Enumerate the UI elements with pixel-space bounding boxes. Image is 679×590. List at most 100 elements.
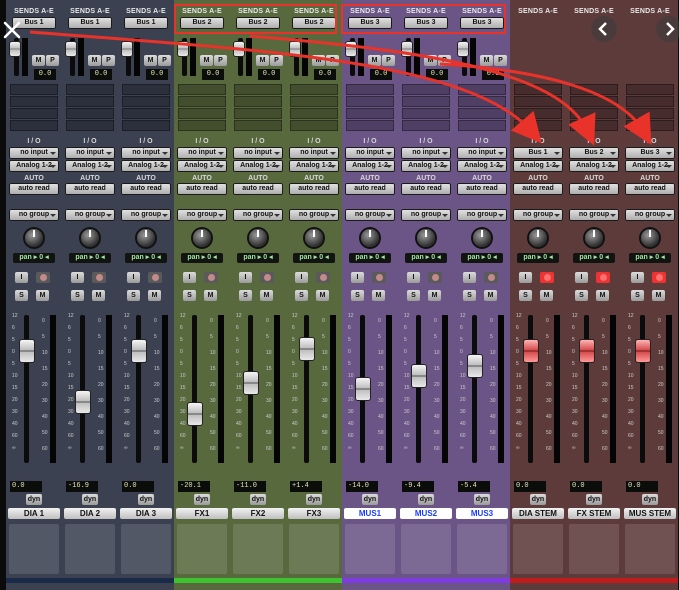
record-enable-button[interactable] [652, 272, 666, 283]
send-pre-button[interactable]: P [270, 55, 283, 66]
group-selector[interactable]: no group [457, 209, 507, 221]
comments-area[interactable] [177, 524, 227, 574]
input-selector[interactable]: no input [345, 147, 395, 159]
volume-fader-cap[interactable] [524, 340, 538, 362]
group-selector[interactable]: no group [9, 209, 59, 221]
comments-area[interactable] [513, 524, 563, 574]
mute-button[interactable]: M [36, 290, 49, 301]
insert-slot[interactable] [290, 120, 338, 131]
group-selector[interactable]: no group [289, 209, 339, 221]
automation-mode-selector[interactable]: auto read [569, 183, 619, 195]
pan-knob[interactable] [305, 229, 323, 247]
mute-button[interactable]: M [148, 290, 161, 301]
send-mute-button[interactable]: M [144, 55, 157, 66]
insert-slot[interactable] [626, 120, 674, 131]
insert-slot[interactable] [626, 108, 674, 119]
previous-button[interactable] [591, 16, 617, 42]
insert-slot[interactable] [10, 120, 58, 131]
insert-slot[interactable] [570, 108, 618, 119]
send-mute-button[interactable]: M [480, 55, 493, 66]
fader-track[interactable] [136, 315, 141, 463]
pan-knob[interactable] [529, 229, 547, 247]
input-monitor-button[interactable]: I [631, 272, 644, 283]
fader-track[interactable] [192, 315, 197, 463]
mute-button[interactable]: M [484, 290, 497, 301]
mute-button[interactable]: M [204, 290, 217, 301]
input-monitor-button[interactable]: I [295, 272, 308, 283]
input-selector[interactable]: Bus 3 [625, 147, 675, 159]
comments-area[interactable] [233, 524, 283, 574]
insert-slot[interactable] [570, 96, 618, 107]
track-name[interactable]: FX2 [232, 508, 284, 519]
dyn-button[interactable]: dyn [418, 494, 434, 505]
input-selector[interactable]: no input [9, 147, 59, 159]
solo-button[interactable]: S [295, 290, 308, 301]
insert-slot[interactable] [290, 84, 338, 95]
track-name[interactable]: FX1 [176, 508, 228, 519]
fader-track[interactable] [640, 315, 645, 463]
volume-fader-cap[interactable] [188, 403, 202, 425]
pan-knob[interactable] [249, 229, 267, 247]
group-selector[interactable]: no group [345, 209, 395, 221]
solo-button[interactable]: S [463, 290, 476, 301]
group-selector[interactable]: no group [121, 209, 171, 221]
insert-slot[interactable] [10, 96, 58, 107]
insert-slot[interactable] [514, 108, 562, 119]
output-selector[interactable]: Analog 1-2 [401, 160, 451, 172]
input-monitor-button[interactable]: I [15, 272, 28, 283]
track-name[interactable]: MUS1 [344, 508, 396, 519]
track-name[interactable]: DIA 2 [64, 508, 116, 519]
insert-slot[interactable] [458, 108, 506, 119]
send-fader-cap[interactable] [66, 42, 76, 56]
comments-area[interactable] [9, 524, 59, 574]
send-pre-button[interactable]: P [382, 55, 395, 66]
volume-fader-cap[interactable] [300, 338, 314, 360]
automation-mode-selector[interactable]: auto read [121, 183, 171, 195]
insert-slot[interactable] [402, 120, 450, 131]
input-selector[interactable]: no input [457, 147, 507, 159]
input-monitor-button[interactable]: I [351, 272, 364, 283]
send-fader-cap[interactable] [458, 42, 468, 56]
dyn-button[interactable]: dyn [26, 494, 42, 505]
track-name[interactable]: DIA 1 [8, 508, 60, 519]
insert-slot[interactable] [122, 96, 170, 107]
close-icon[interactable] [2, 20, 22, 40]
input-selector[interactable]: no input [401, 147, 451, 159]
input-monitor-button[interactable]: I [127, 272, 140, 283]
track-name[interactable]: MUS2 [400, 508, 452, 519]
input-monitor-button[interactable]: I [519, 272, 532, 283]
volume-fader-cap[interactable] [20, 340, 34, 362]
insert-slot[interactable] [122, 84, 170, 95]
input-monitor-button[interactable]: I [575, 272, 588, 283]
pan-knob[interactable] [473, 229, 491, 247]
dyn-button[interactable]: dyn [586, 494, 602, 505]
mute-button[interactable]: M [540, 290, 553, 301]
send-fader-cap[interactable] [402, 42, 412, 56]
comments-area[interactable] [625, 524, 675, 574]
volume-fader-cap[interactable] [636, 340, 650, 362]
insert-slot[interactable] [346, 108, 394, 119]
input-monitor-button[interactable]: I [463, 272, 476, 283]
send-pre-button[interactable]: P [158, 55, 171, 66]
input-selector[interactable]: no input [177, 147, 227, 159]
automation-mode-selector[interactable]: auto read [345, 183, 395, 195]
send-mute-button[interactable]: M [200, 55, 213, 66]
automation-mode-selector[interactable]: auto read [289, 183, 339, 195]
input-selector[interactable]: no input [289, 147, 339, 159]
mute-button[interactable]: M [652, 290, 665, 301]
group-selector[interactable]: no group [233, 209, 283, 221]
comments-area[interactable] [401, 524, 451, 574]
pan-knob[interactable] [417, 229, 435, 247]
insert-slot[interactable] [66, 120, 114, 131]
send-pre-button[interactable]: P [46, 55, 59, 66]
output-selector[interactable]: Analog 1-2 [345, 160, 395, 172]
next-button[interactable] [656, 16, 679, 42]
output-selector[interactable]: Analog 1-2 [177, 160, 227, 172]
record-enable-button[interactable] [372, 272, 386, 283]
output-selector[interactable]: Analog 1-2 [65, 160, 115, 172]
insert-slot[interactable] [234, 84, 282, 95]
insert-slot[interactable] [626, 84, 674, 95]
pan-knob[interactable] [585, 229, 603, 247]
solo-button[interactable]: S [631, 290, 644, 301]
dyn-button[interactable]: dyn [474, 494, 490, 505]
